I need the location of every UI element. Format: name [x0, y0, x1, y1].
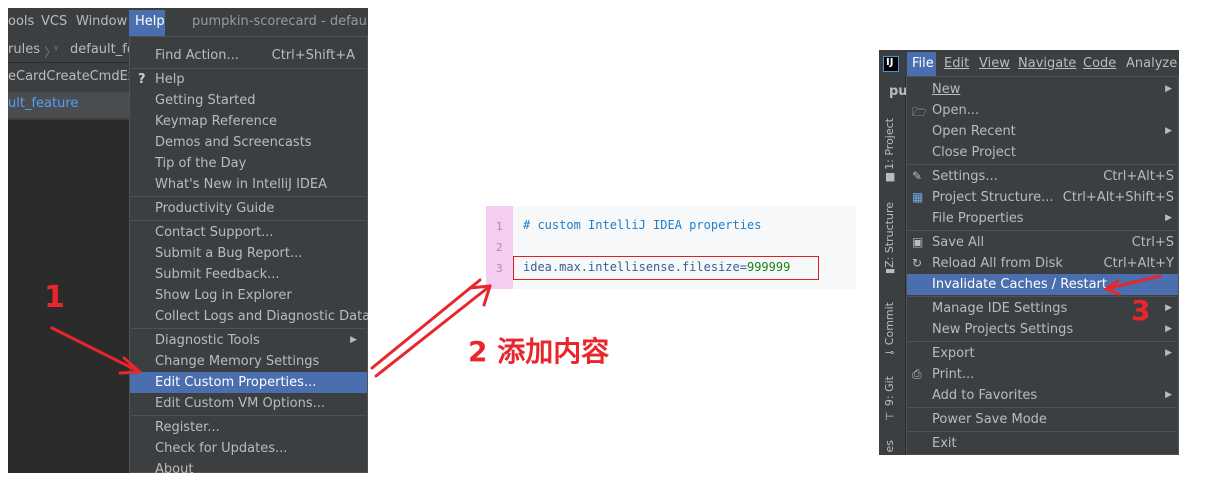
arrow-step1: [50, 326, 142, 374]
annotation-arrows: [50, 274, 1162, 378]
arrow-step2-b: [370, 278, 482, 370]
step2-label: 2 添加内容: [468, 335, 610, 368]
step1-label: 1: [44, 280, 65, 315]
step3-label: 3: [1131, 294, 1151, 327]
